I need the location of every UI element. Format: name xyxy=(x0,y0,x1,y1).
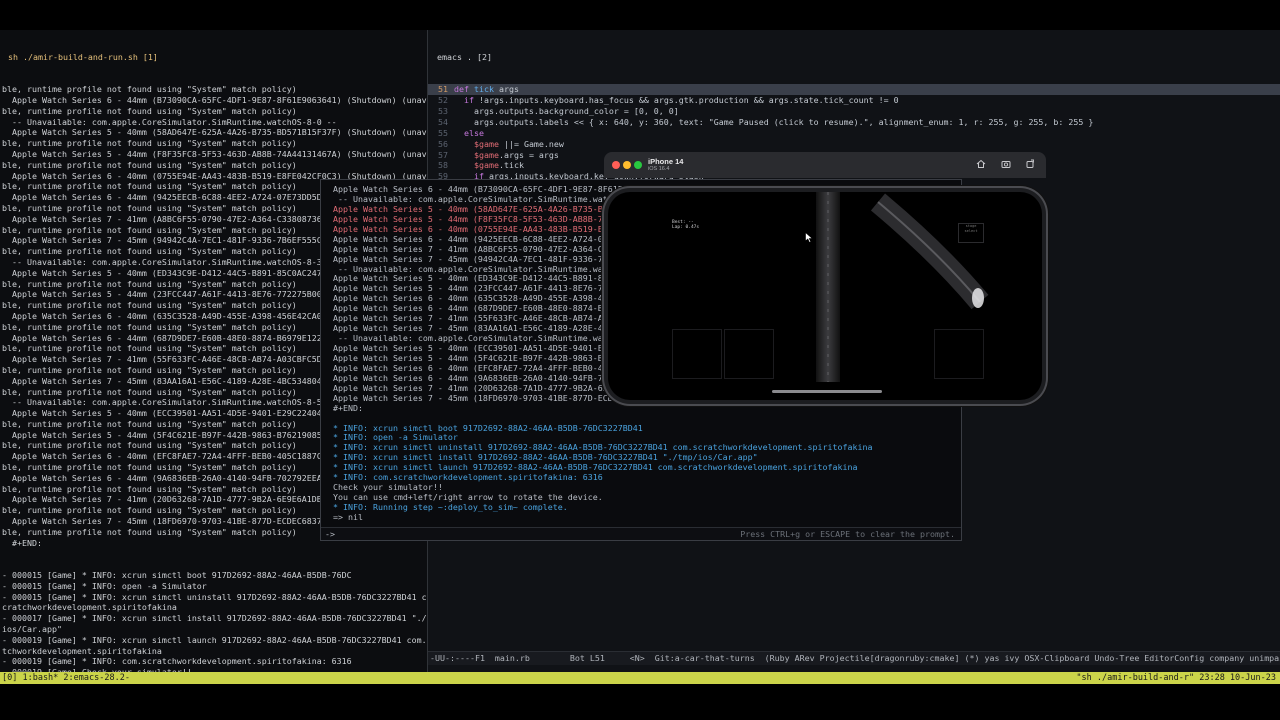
console-line: * INFO: xcrun simctl uninstall 917D2692-… xyxy=(333,442,873,453)
terminal-line: ble, runtime profile not found using "Sy… xyxy=(2,138,297,149)
home-indicator[interactable] xyxy=(772,390,882,393)
terminal-line: ios/Car.app" xyxy=(2,624,62,635)
home-icon[interactable] xyxy=(976,159,986,169)
simulator-os-version: iOS 16.4 xyxy=(648,166,670,172)
desktop: sh ./amir-build-and-run.sh [1] ble, runt… xyxy=(0,0,1280,720)
screenshot-icon[interactable] xyxy=(1001,159,1011,169)
code-line[interactable]: 54 args.outputs.labels << { x: 640, y: 3… xyxy=(428,117,1280,128)
left-pane-title: sh ./amir-build-and-run.sh [1] xyxy=(8,51,158,62)
terminal-line: - 000015 [Game] * INFO: xcrun simctl boo… xyxy=(2,570,352,581)
terminal-line: Apple Watch Series 6 - 44mm (B73090CA-65… xyxy=(2,94,427,105)
code-text: def tick args xyxy=(454,84,519,95)
terminal-line: Apple Watch Series 5 - 40mm (58AD647E-62… xyxy=(2,127,427,138)
game-hud: Best: -- Lap: 0.47s xyxy=(672,220,700,230)
code-text: if !args.inputs.keyboard.has_focus && ar… xyxy=(464,95,899,106)
console-prompt[interactable]: -> xyxy=(325,529,335,540)
code-line[interactable]: 53 args.outputs.background_color = [0, 0… xyxy=(428,106,1280,117)
line-number: 57 xyxy=(438,149,448,160)
emacs-pane-title: emacs . [2] xyxy=(437,51,492,62)
maximize-window-button[interactable] xyxy=(634,161,642,169)
left-control-pad[interactable] xyxy=(672,329,722,379)
emacs-modeline: -UU-:----F1 main.rb Bot L51 <N> Git:a-ca… xyxy=(428,651,1280,665)
tmux-status-bar: [0] 1:bash* 2:emacs-28.2- "sh ./amir-bui… xyxy=(0,672,1280,684)
mouse-cursor-icon xyxy=(805,232,813,243)
code-line[interactable]: 55 else xyxy=(428,128,1280,139)
code-line[interactable]: 56 $game ||= Game.new xyxy=(428,139,1280,150)
terminal-line: ble, runtime profile not found using "Sy… xyxy=(2,84,297,95)
code-text: args.outputs.labels << { x: 640, y: 360,… xyxy=(454,116,1094,127)
right-control-pad[interactable] xyxy=(724,329,774,379)
console-line: You can use cmd+left/right arrow to rota… xyxy=(333,492,603,503)
terminal-line: ble, runtime profile not found using "Sy… xyxy=(2,105,297,116)
code-text: $game.tick xyxy=(473,160,524,171)
code-line[interactable]: 52 if !args.inputs.keyboard.has_focus &&… xyxy=(428,95,1280,106)
terminal-line: - 000015 [Game] * INFO: xcrun simctl uni… xyxy=(2,591,427,602)
accelerate-control-pad[interactable] xyxy=(934,329,984,379)
line-number: 54 xyxy=(438,116,448,127)
console-line: #+END: xyxy=(333,402,363,413)
minimize-window-button[interactable] xyxy=(623,161,631,169)
terminal-line: ble, runtime profile not found using "Sy… xyxy=(2,159,297,170)
code-text: $game.args = args xyxy=(473,149,559,160)
terminal-line: tchworkdevelopment.spiritofakina xyxy=(2,645,162,656)
console-prompt-hint: Press CTRL+g or ESCAPE to clear the prom… xyxy=(740,529,955,539)
tmux-window-list[interactable]: [0] 1:bash* 2:emacs-28.2- xyxy=(2,672,130,684)
simulator-titlebar[interactable]: iPhone 14 iOS 16.4 xyxy=(604,152,1046,178)
line-number: 53 xyxy=(438,105,448,116)
console-line: * INFO: Running step ~:deploy_to_sim~ co… xyxy=(333,502,568,512)
terminal-line: - 000017 [Game] * INFO: xcrun simctl ins… xyxy=(2,613,427,624)
terminal-line: - 000019 [Game] * INFO: com.scratchworkd… xyxy=(2,656,352,667)
console-line: Check your simulator!! xyxy=(333,482,443,493)
console-line: => nil xyxy=(333,511,363,522)
terminal-line: - 000015 [Game] * INFO: open -a Simulato… xyxy=(2,580,207,591)
code-text: $game ||= Game.new xyxy=(473,138,564,149)
console-line: * INFO: xcrun simctl boot 917D2692-88A2-… xyxy=(333,422,643,433)
console-prompt-bar[interactable]: -> Press CTRL+g or ESCAPE to clear the p… xyxy=(321,527,961,540)
line-number: 58 xyxy=(438,160,448,171)
terminal-line: cratchworkdevelopment.spiritofakina xyxy=(2,602,177,613)
terminal-line: -- Unavailable: com.apple.CoreSimulator.… xyxy=(2,116,337,127)
simulator-device-name: iPhone 14 xyxy=(648,157,684,166)
iphone-frame: Best: -- Lap: 0.47s stage select xyxy=(604,188,1046,404)
car-sprite xyxy=(972,288,984,308)
game-screen[interactable]: Best: -- Lap: 0.47s stage select xyxy=(608,192,1042,400)
console-line: * INFO: open -a Simulator xyxy=(333,432,458,443)
line-number: 52 xyxy=(438,95,448,106)
code-line[interactable]: 51 def tick args xyxy=(428,84,1280,96)
rotate-icon[interactable] xyxy=(1025,159,1035,169)
console-line: * INFO: com.scratchworkdevelopment.spiri… xyxy=(333,472,603,483)
line-number: 55 xyxy=(438,127,448,138)
code-text: args.outputs.background_color = [0, 0, 0… xyxy=(454,105,679,116)
terminal-line: - 000019 [Game] * INFO: xcrun simctl lau… xyxy=(2,634,427,645)
simulator-window[interactable]: iPhone 14 iOS 16.4 Best: -- Lap: 0.47s s… xyxy=(604,152,1046,404)
line-number: 56 xyxy=(438,138,448,149)
stage-select-button[interactable]: stage select xyxy=(958,223,984,243)
close-window-button[interactable] xyxy=(612,161,620,169)
terminal-line: Apple Watch Series 5 - 44mm (F8F35FC8-5F… xyxy=(2,148,427,159)
line-number: 51 xyxy=(438,84,448,95)
tmux-status-right: "sh ./amir-build-and-r" 23:28 10-Jun-23 xyxy=(1076,673,1276,683)
console-line: * INFO: xcrun simctl install 917D2692-88… xyxy=(333,452,758,463)
code-text: else xyxy=(464,127,484,138)
console-line: * INFO: xcrun simctl launch 917D2692-88A… xyxy=(333,462,858,473)
